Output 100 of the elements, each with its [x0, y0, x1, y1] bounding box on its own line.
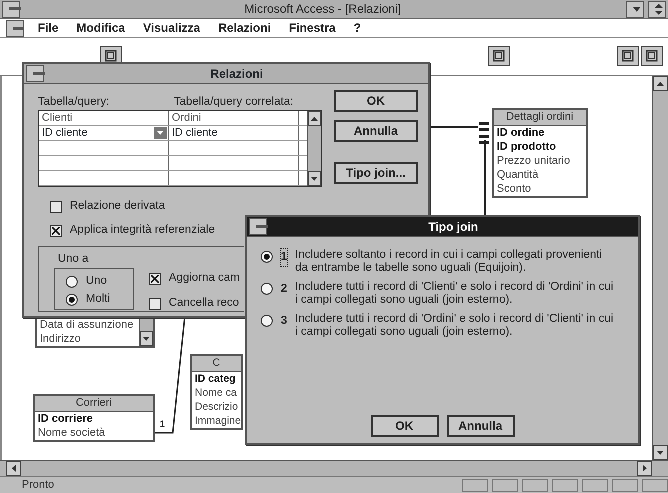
option-text: Includere tutti i record di 'Clienti' e solo i record di 'Ordini' in cui i campi collegati sono uguali (join esterno).: [295, 281, 615, 307]
option-number: 3: [281, 314, 288, 329]
radio-button[interactable]: [261, 251, 273, 263]
field-name[interactable]: ID ordine: [494, 126, 586, 140]
down-arrow-icon: [311, 176, 318, 180]
grid-scrollbar[interactable]: [307, 111, 321, 186]
menu-item[interactable]: Finestra: [281, 19, 346, 37]
grid-cell[interactable]: ID cliente: [42, 127, 88, 139]
window-title: Microsoft Access - [Relazioni]: [244, 1, 402, 18]
right-arrow-icon: [642, 465, 646, 472]
system-menu-button[interactable]: [2, 0, 20, 18]
cross-icon: [151, 274, 159, 283]
dot-icon: [69, 296, 75, 303]
dialog-button[interactable]: Tipo join...: [334, 162, 418, 184]
minimize-button[interactable]: [626, 0, 644, 18]
field-name[interactable]: ID prodotto: [494, 140, 586, 154]
option-number: 2: [281, 282, 288, 297]
field-name[interactable]: Quantità: [494, 168, 586, 182]
radio-button[interactable]: [261, 315, 273, 327]
field-name[interactable]: Nome società: [35, 426, 153, 440]
dash-icon: [256, 225, 268, 228]
menu-item[interactable]: ?: [346, 19, 372, 37]
dialog-title: Relazioni: [210, 66, 264, 82]
checkbox-label: Cancella reco: [169, 296, 240, 311]
window-icon: [622, 50, 634, 62]
window-icon: [646, 50, 658, 62]
dropdown-button[interactable]: [154, 127, 167, 139]
field-name[interactable]: Indirizzo: [37, 332, 139, 346]
field-label: Tabella/query:: [38, 95, 110, 110]
checkbox-label: Aggiorna cam: [169, 271, 240, 286]
table-title: Dettagli ordini: [494, 110, 586, 126]
status-text: Pronto: [22, 478, 56, 493]
table-title: C: [192, 356, 242, 372]
table-window[interactable]: Dettagli ordini ID ordine ID prodotto Prezzo unitario Quantità Sconto: [492, 108, 588, 198]
checkbox[interactable]: [149, 272, 161, 285]
toolbar-button[interactable]: [617, 46, 639, 66]
checkbox[interactable]: [50, 224, 62, 237]
window-icon: [105, 50, 117, 62]
menu-item[interactable]: Relazioni: [210, 19, 282, 37]
menu-item[interactable]: Modifica: [68, 19, 136, 37]
cross-icon: [52, 226, 60, 235]
document-menu-button[interactable]: [6, 20, 24, 36]
field-name[interactable]: Immagine: [192, 414, 242, 428]
table-window[interactable]: C ID categ Nome ca Descrizio Immagine: [190, 354, 244, 430]
field-name[interactable]: Nome ca: [192, 386, 242, 400]
option-text: Includere tutti i record di 'Ordini' e solo i record di 'Clienti' in cui i campi collegati sono uguali (join esterno).: [295, 313, 615, 339]
relation-label: 1: [160, 418, 166, 431]
checkbox[interactable]: [50, 200, 62, 213]
checkbox-label: Relazione derivata: [70, 199, 166, 214]
dialog-button[interactable]: OK: [370, 415, 438, 437]
dash-icon: [33, 72, 45, 75]
dialog-title: Tipo join: [428, 218, 480, 236]
column-header: Ordini: [169, 111, 299, 125]
down-arrow-icon: [143, 336, 150, 340]
up-down-arrow-icon: [655, 4, 663, 14]
down-arrow-icon: [633, 6, 641, 12]
field-name[interactable]: Data di assunzione: [37, 318, 139, 332]
toolbar-button[interactable]: [488, 46, 510, 66]
radio-button[interactable]: [261, 283, 273, 295]
column-header: Clienti: [39, 111, 169, 125]
table-window[interactable]: Corrieri ID corriere Nome società: [33, 394, 155, 442]
grid-cell[interactable]: ID cliente: [172, 127, 218, 139]
relationship-grid[interactable]: Clienti Ordini ID cliente ID cliente: [38, 110, 322, 187]
field-name[interactable]: ID categ: [192, 372, 242, 386]
dash-icon: [13, 26, 23, 30]
dialog-button[interactable]: OK: [334, 90, 418, 112]
group-title: Uno a: [57, 253, 90, 266]
key-join-icon: [479, 120, 489, 134]
restore-button[interactable]: [648, 0, 666, 18]
dialog-button[interactable]: Annulla: [446, 415, 514, 437]
menu-item[interactable]: Visualizza: [135, 19, 210, 37]
system-menu-button[interactable]: [26, 65, 44, 82]
option-text: Includere soltanto i record in cui i campi collegati provenienti da entrambe le tabelle sono uguali (Equijoin).: [295, 249, 604, 275]
toolbar-button[interactable]: [641, 46, 663, 66]
field-name[interactable]: Sconto: [494, 182, 586, 196]
radio-button[interactable]: [66, 294, 78, 306]
table-window[interactable]: Data di assunzione Indirizzo: [35, 316, 155, 348]
menu-item[interactable]: File: [30, 19, 69, 37]
left-arrow-icon: [12, 465, 16, 472]
up-arrow-icon: [657, 82, 664, 86]
checkbox-label: Applica integrità referenziale: [70, 223, 216, 238]
radio-label: Molti: [86, 292, 110, 307]
field-name[interactable]: Descrizio: [192, 400, 242, 414]
table-title: Corrieri: [35, 396, 153, 412]
up-arrow-icon: [311, 116, 318, 120]
system-menu-button[interactable]: [249, 218, 267, 235]
dot-icon: [264, 254, 270, 260]
down-arrow-icon: [157, 131, 164, 135]
dialog-button[interactable]: Annulla: [334, 120, 418, 142]
window-icon: [493, 50, 505, 62]
vertical-scrollbar[interactable]: [652, 76, 668, 460]
dash-icon: [9, 7, 21, 11]
radio-label: Uno: [86, 274, 108, 289]
table-scrollbar[interactable]: [139, 318, 153, 346]
checkbox[interactable]: [149, 298, 161, 310]
horizontal-scrollbar[interactable]: [0, 460, 668, 476]
radio-button[interactable]: [66, 276, 78, 288]
key-join-icon: [479, 133, 489, 147]
field-name[interactable]: ID corriere: [35, 412, 153, 426]
field-name[interactable]: Prezzo unitario: [494, 154, 586, 168]
